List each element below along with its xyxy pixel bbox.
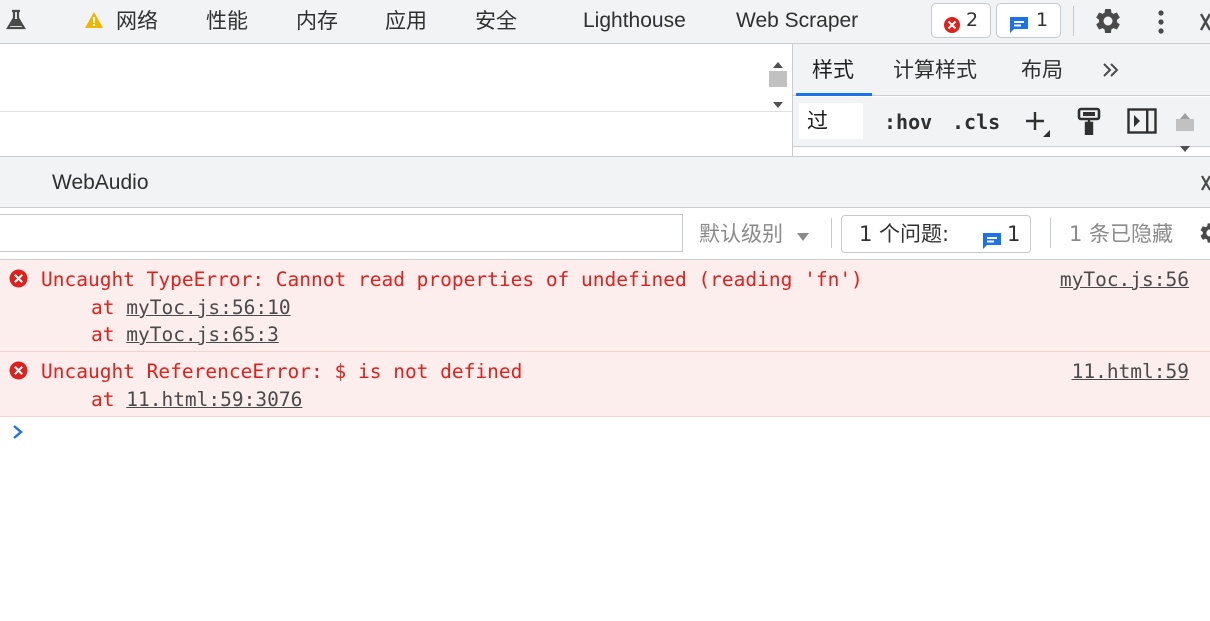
source-link[interactable]: 11.html:59 — [1072, 358, 1189, 385]
stack-frame: at myToc.js:56:10 — [91, 294, 291, 321]
error-count: 2 — [966, 9, 979, 31]
elements-panel — [0, 44, 792, 156]
scroll-thumb[interactable] — [1176, 119, 1194, 131]
scroll-down-icon[interactable] — [1179, 138, 1191, 157]
tab-computed[interactable]: 计算样式 — [893, 44, 977, 96]
message-icon — [1009, 12, 1029, 45]
stack-prefix: at — [91, 388, 127, 411]
scroll-down-icon[interactable] — [772, 94, 784, 113]
console-toolbar: 默认级别 1 个问题: 1 1 条已隐藏 — [0, 208, 1210, 260]
tab-security[interactable]: 安全 — [475, 0, 517, 44]
error-text: Uncaught ReferenceError: $ is not define… — [41, 360, 523, 383]
gear-icon[interactable] — [1093, 6, 1123, 40]
console-prompt-chevron-icon[interactable] — [12, 424, 24, 444]
message-count: 1 — [1036, 9, 1049, 31]
styles-toolbar: 过 :hov .cls — [793, 97, 1210, 147]
paint-roller-icon[interactable] — [1077, 107, 1101, 139]
add-rule-icon[interactable] — [1025, 110, 1051, 142]
stack-link[interactable]: myToc.js:56:10 — [126, 296, 290, 319]
error-icon — [943, 12, 961, 45]
hov-button[interactable]: :hov — [884, 97, 932, 147]
tab-network[interactable]: 网络 — [116, 0, 158, 44]
stack-frame: at myToc.js:65:3 — [91, 321, 279, 348]
scroll-thumb[interactable] — [769, 71, 787, 87]
issues-count: 1 — [1007, 222, 1021, 246]
chevron-double-right-icon[interactable] — [1102, 62, 1120, 81]
tab-lighthouse[interactable]: Lighthouse — [583, 0, 686, 44]
error-count-button[interactable]: 2 — [931, 3, 991, 38]
log-level-dropdown[interactable]: 默认级别 — [699, 208, 810, 260]
message-icon — [982, 225, 1002, 261]
divider — [1050, 218, 1051, 248]
tab-performance[interactable]: 性能 — [206, 0, 248, 44]
tab-application[interactable]: 应用 — [385, 0, 427, 44]
issues-label: 1 个问题: — [859, 222, 950, 246]
stack-prefix: at — [91, 296, 127, 319]
divider — [1073, 6, 1074, 36]
tab-memory[interactable]: 内存 — [296, 0, 338, 44]
styles-filter-input[interactable]: 过 — [799, 103, 863, 139]
elements-scrollbar[interactable] — [766, 44, 790, 110]
sidebar-tab-bar: 样式 计算样式 布局 — [793, 44, 1210, 96]
cls-button[interactable]: .cls — [952, 97, 1000, 147]
warning-icon — [84, 11, 104, 33]
flask-icon[interactable] — [6, 9, 26, 35]
stack-frame: at 11.html:59:3076 — [91, 386, 302, 413]
dropdown-arrow-icon — [796, 209, 810, 261]
toggle-sidebar-icon[interactable] — [1127, 108, 1157, 138]
issues-button[interactable]: 1 个问题: 1 — [841, 215, 1031, 253]
more-vertical-icon[interactable] — [1154, 8, 1168, 40]
stack-prefix: at — [91, 323, 127, 346]
divider — [831, 218, 832, 248]
hidden-count: 1 条已隐藏 — [1069, 222, 1174, 246]
stack-link[interactable]: 11.html:59:3076 — [126, 388, 302, 411]
tab-web-scraper[interactable]: Web Scraper — [736, 0, 858, 44]
tab-webaudio[interactable]: WebAudio — [52, 157, 149, 209]
tab-layout[interactable]: 布局 — [1021, 44, 1063, 96]
error-text: Uncaught TypeError: Cannot read properti… — [41, 268, 863, 291]
close-drawer-icon[interactable] — [1201, 174, 1210, 196]
drawer-tab-bar: WebAudio — [0, 156, 1210, 208]
message-count-button[interactable]: 1 — [996, 3, 1061, 38]
console-filter-input[interactable] — [0, 214, 683, 252]
divider — [0, 111, 792, 112]
styles-scrollbar[interactable] — [1173, 97, 1197, 152]
error-icon — [9, 361, 28, 385]
source-link[interactable]: myToc.js:56 — [1060, 266, 1189, 293]
close-icon[interactable] — [1199, 12, 1210, 36]
console-input[interactable] — [40, 420, 1200, 450]
stack-link[interactable]: myToc.js:65:3 — [126, 323, 279, 346]
error-icon — [9, 269, 28, 293]
styles-sidebar: 样式 计算样式 布局 过 :hov .cls — [792, 44, 1210, 156]
tab-styles[interactable]: 样式 — [796, 44, 872, 96]
console-error-message: Uncaught ReferenceError: $ is not define… — [0, 352, 1210, 417]
log-level-label: 默认级别 — [699, 222, 783, 246]
gear-icon[interactable] — [1198, 221, 1210, 249]
devtools-tab-bar: 网络 性能 内存 应用 安全 Lighthouse Web Scraper 2 … — [0, 0, 1210, 44]
console-error-message: Uncaught TypeError: Cannot read properti… — [0, 260, 1210, 352]
